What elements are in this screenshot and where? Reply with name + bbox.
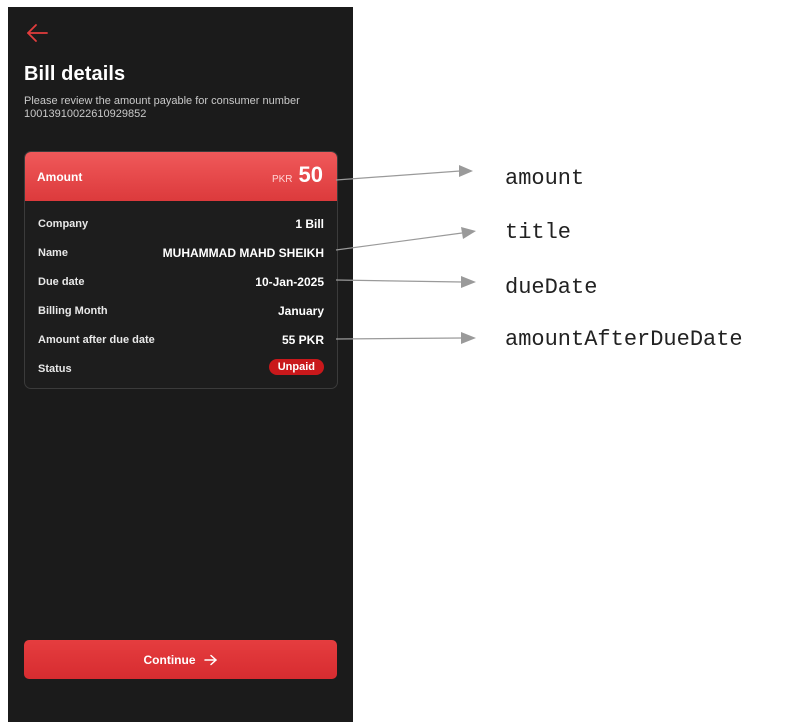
annotation-label-amount: amount xyxy=(505,166,585,191)
amount-header: Amount PKR 50 xyxy=(25,152,337,201)
detail-value: 1 Bill xyxy=(295,217,324,231)
detail-key: Name xyxy=(38,247,68,259)
detail-value: MUHAMMAD MAHD SHEIKH xyxy=(162,246,324,260)
detail-key: Due date xyxy=(38,276,85,288)
detail-row-billing-month: Billing Month January xyxy=(25,301,337,330)
detail-key: Amount after due date xyxy=(38,334,155,346)
currency-label: PKR xyxy=(271,174,293,185)
bill-details-list: Company 1 Bill Name MUHAMMAD MAHD SHEIKH… xyxy=(25,214,337,388)
detail-key: Billing Month xyxy=(38,305,108,317)
annotation-arrow-due-date xyxy=(335,276,476,288)
detail-value: January xyxy=(277,304,324,318)
annotation-label-amount-after-due-date: amountAfterDueDate xyxy=(505,327,743,352)
amount-number: 50 xyxy=(298,162,323,187)
detail-key: Status xyxy=(38,363,72,375)
page: Bill details Please review the amount pa… xyxy=(0,0,794,722)
annotation-arrow-amount xyxy=(335,165,473,181)
annotation-label-due-date: dueDate xyxy=(505,275,598,300)
annotation-arrow-amount-after-due-date xyxy=(335,332,476,344)
detail-row-name: Name MUHAMMAD MAHD SHEIKH xyxy=(25,243,337,272)
back-arrow-icon xyxy=(27,24,48,42)
status-badge: Unpaid xyxy=(268,359,324,375)
continue-button[interactable]: Continue xyxy=(24,640,337,679)
arrow-right-icon xyxy=(203,654,217,665)
page-subtitle: Please review the amount payable for con… xyxy=(24,95,300,120)
page-title: Bill details xyxy=(24,63,126,85)
detail-value: 55 PKR xyxy=(281,333,324,347)
phone-screen: Bill details Please review the amount pa… xyxy=(8,7,353,722)
detail-row-due-date: Due date 10-Jan-2025 xyxy=(25,272,337,301)
amount-label: Amount xyxy=(37,170,83,184)
detail-row-amount-after-due-date: Amount after due date 55 PKR xyxy=(25,330,337,359)
back-button[interactable] xyxy=(25,22,51,44)
annotation-arrow-title xyxy=(335,227,476,251)
detail-row-status: Status Unpaid xyxy=(25,359,337,388)
amount-value: PKR 50 xyxy=(272,162,323,188)
annotation-label-title: title xyxy=(505,220,572,245)
detail-value: 10-Jan-2025 xyxy=(255,275,324,289)
continue-label: Continue xyxy=(143,652,196,667)
detail-key: Company xyxy=(38,218,89,230)
bill-card: Amount PKR 50 Company 1 Bill Name MUHAMM… xyxy=(24,151,338,389)
detail-row-company: Company 1 Bill xyxy=(25,214,337,243)
